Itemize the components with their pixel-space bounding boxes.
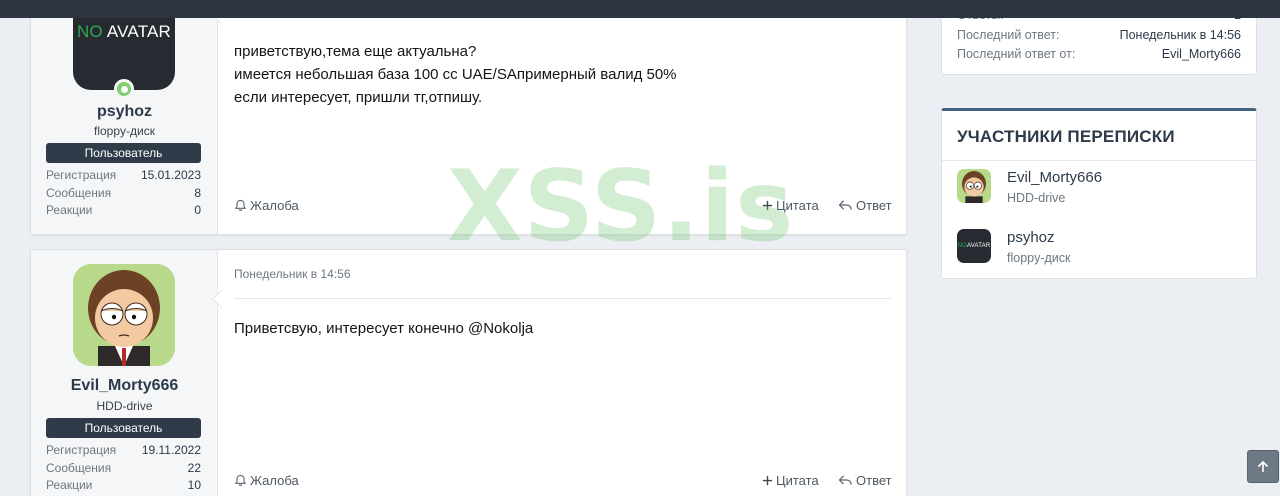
reply-button[interactable]: Ответ (838, 198, 892, 213)
avatar-cartoon[interactable] (73, 264, 175, 366)
plus-icon (762, 200, 773, 211)
post-body: приветствую,тема еще актуальна? имеется … (234, 40, 677, 109)
post-line: если интересует, пришли тг,отпишу. (234, 89, 483, 106)
post-actions: Жалоба Цитата Ответ (234, 473, 892, 491)
plus-icon (762, 475, 773, 486)
post-line: имеется небольшая база 100 cc UAE/SAприм… (234, 66, 677, 83)
post-user-column: Evil_Morty666 HDD-drive Пользователь Рег… (31, 250, 218, 496)
participants-title: УЧАСТНИКИ ПЕРЕПИСКИ (957, 127, 1175, 146)
report-button[interactable]: Жалоба (234, 473, 299, 488)
stat-registration: Регистрация 19.11.2022 (46, 443, 201, 457)
no-avatar-label: NOAVATAR (957, 243, 991, 249)
user-title: HDD-drive (96, 399, 153, 413)
quote-button[interactable]: Цитата (762, 473, 819, 488)
participant-avatar[interactable] (957, 169, 991, 203)
participants-box: УЧАСТНИКИ ПЕРЕПИСКИ Evil_Morty666 HDD-dr… (941, 108, 1257, 279)
bell-icon (234, 474, 247, 486)
post-psyhoz: NO AVATAR psyhoz floppy-диск Пользовател… (30, 0, 907, 235)
arrow-up-icon (1257, 460, 1269, 472)
top-navigation-bar (0, 0, 1280, 18)
cartoon-avatar-image (73, 264, 175, 366)
post-user-column: NO AVATAR psyhoz floppy-диск Пользовател… (31, 0, 218, 234)
info-last-reply-by: Последний ответ от: Evil_Morty666 (957, 47, 1241, 61)
post-evil-morty: Evil_Morty666 HDD-drive Пользователь Рег… (30, 249, 907, 496)
username-link[interactable]: Evil_Morty666 (31, 377, 218, 395)
reply-button[interactable]: Ответ (838, 473, 892, 488)
stat-messages: Сообщения 22 (46, 460, 201, 475)
info-last-reply: Последний ответ: Понедельник в 14:56 (957, 28, 1241, 42)
role-badge: Пользователь (46, 418, 201, 438)
cartoon-avatar-image (957, 169, 991, 203)
post-body: Приветсвую, интересует конечно @Nokolja (234, 317, 533, 340)
participant-avatar[interactable]: NOAVATAR (957, 229, 991, 263)
role-badge: Пользователь (46, 143, 201, 163)
user-stats: Регистрация 19.11.2022 Сообщения 22 Реакци… (46, 442, 201, 495)
no-avatar-label: NO AVATAR (76, 22, 172, 41)
stat-messages: Сообщения 8 (46, 185, 201, 200)
report-button[interactable]: Жалоба (234, 198, 299, 213)
stat-reactions: Реакции 0 (46, 203, 201, 217)
post-date-link[interactable]: Понедельник в 14:56 (234, 267, 351, 281)
user-title: floppy-диск (94, 124, 155, 138)
quote-button[interactable]: Цитата (762, 198, 819, 213)
participant-name-link[interactable]: psyhoz (1007, 229, 1055, 246)
participant-title: floppy-диск (1007, 251, 1071, 265)
participants-divider (942, 160, 1256, 161)
participant-title: HDD-drive (1007, 191, 1066, 205)
participant-item[interactable]: NOAVATAR psyhoz floppy-диск (957, 229, 1241, 269)
stat-reactions: Реакции 10 (46, 478, 201, 492)
post-line: Приветсвую, интересует конечно @Nokolja (234, 320, 534, 337)
post-header-divider (234, 298, 891, 299)
last-reply-user-link[interactable]: Evil_Morty666 (1162, 47, 1241, 61)
reply-arrow-icon (838, 200, 852, 210)
bell-icon (234, 199, 247, 211)
username-link[interactable]: psyhoz (31, 103, 218, 121)
reply-arrow-icon (838, 475, 852, 485)
scroll-to-top-button[interactable] (1247, 450, 1279, 483)
participant-item[interactable]: Evil_Morty666 HDD-drive (957, 169, 1241, 209)
user-stats: Регистрация 15.01.2023 Сообщения 8 Реакции… (46, 167, 201, 220)
participant-name-link[interactable]: Evil_Morty666 (1007, 169, 1102, 186)
online-status-icon (114, 79, 134, 99)
post-actions: Жалоба Цитата Ответ (234, 198, 892, 216)
stat-registration: Регистрация 15.01.2023 (46, 168, 201, 182)
post-line: приветствую,тема еще актуальна? (234, 43, 477, 60)
